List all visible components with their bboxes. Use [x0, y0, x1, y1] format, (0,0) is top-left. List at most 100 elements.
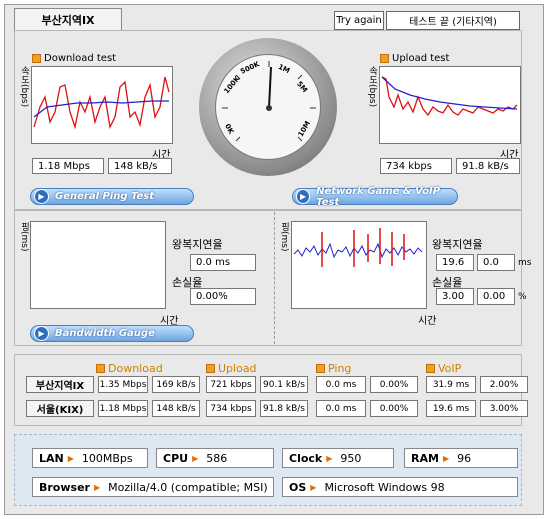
download-kbs-value: 148 kB/s	[108, 158, 172, 174]
col-voip-text: VoIP	[438, 362, 462, 375]
download-title: Download test	[32, 53, 116, 64]
checkbox-icon	[96, 364, 105, 373]
table-cell: 0.00%	[370, 376, 418, 393]
upload-y-axis-label: 속도(bps)	[367, 66, 377, 108]
download-y-axis-label: 속도(bps)	[19, 66, 29, 108]
ping-right-loss-unit: %	[518, 292, 527, 302]
ping-left-loss-value: 0.00%	[190, 288, 256, 305]
upload-graph	[379, 66, 521, 144]
clock-key: Clock	[289, 451, 323, 465]
os-value: Microsoft Windows 98	[324, 480, 445, 494]
ping-right-rtt-b: 0.0	[477, 254, 515, 271]
triangle-right-icon: ▶	[93, 482, 101, 492]
upload-average-line	[381, 76, 518, 110]
ping-left-rtt-label: 왕복지연율	[172, 238, 223, 251]
gauge-face: 0K 100K 500K 1M 5M 10M	[215, 54, 321, 160]
network-game-label: Network Game & VoIP Test	[316, 185, 441, 208]
ping-right-loss-b: 0.00	[477, 288, 515, 305]
general-ping-test-button[interactable]: ▶ General Ping Test	[30, 188, 194, 205]
col-voip: VoIP	[426, 362, 461, 375]
table-cell: 90.1 kB/s	[260, 376, 308, 393]
bandwidth-gauge-button[interactable]: ▶ Bandwidth Gauge	[30, 325, 194, 342]
table-cell: 1.18 Mbps	[98, 400, 148, 417]
arrow-right-icon: ▶	[296, 189, 311, 204]
col-download: Download	[96, 362, 163, 375]
col-download-text: Download	[108, 362, 163, 375]
arrow-right-icon: ▶	[34, 326, 49, 341]
os-info: OS ▶ Microsoft Windows 98	[282, 477, 518, 497]
bandwidth-gauge-label: Bandwidth Gauge	[55, 328, 155, 339]
table-cell: 19.6 ms	[426, 400, 476, 417]
arrow-right-icon: ▶	[34, 189, 49, 204]
network-game-voip-button[interactable]: ▶ Network Game & VoIP Test	[292, 185, 458, 208]
browser-info: Browser ▶ Mozilla/4.0 (compatible; MSI)	[32, 477, 274, 497]
gauge-dial	[222, 61, 316, 142]
test-status: 테스트 끝 (기타지역)	[386, 11, 520, 30]
ping-right-loss-a: 3.00	[436, 288, 474, 305]
ping-right-x-axis-label: 시간	[418, 316, 437, 327]
triangle-right-icon: ▶	[67, 453, 74, 463]
table-cell: 91.8 kB/s	[260, 400, 308, 417]
ping-divider	[274, 212, 275, 344]
col-ping-text: Ping	[328, 362, 352, 375]
ping-right-graph	[291, 221, 427, 309]
table-cell: 734 kbps	[206, 400, 256, 417]
browser-value: Mozilla/4.0 (compatible; MSI)	[108, 480, 268, 494]
table-cell: 2.00%	[480, 376, 528, 393]
lan-key: LAN	[39, 451, 64, 465]
download-graph	[31, 66, 173, 144]
ping-right-chart	[293, 228, 423, 267]
col-upload: Upload	[206, 362, 257, 375]
upload-kbs-value: 91.8 kB/s	[456, 158, 520, 174]
table-cell: 0.0 ms	[316, 376, 366, 393]
clock-value: 950	[340, 451, 362, 465]
col-upload-text: Upload	[218, 362, 257, 375]
ping-right-rtt-label: 왕복지연율	[432, 238, 483, 251]
browser-key: Browser	[39, 480, 90, 494]
checkbox-icon	[380, 54, 389, 63]
ping-right-rtt-unit: ms	[518, 258, 532, 268]
download-chart	[33, 76, 170, 130]
ping-left-graph	[30, 221, 166, 309]
col-ping: Ping	[316, 362, 351, 375]
triangle-right-icon: ▶	[310, 482, 317, 492]
ping-left-rtt-value: 0.0 ms	[190, 254, 256, 271]
speed-gauge: 0K 100K 500K 1M 5M 10M	[199, 38, 337, 176]
upload-title-text: Upload test	[392, 53, 450, 64]
ping-right-rtt-a: 19.6	[436, 254, 474, 271]
upload-measured-line	[381, 76, 518, 117]
ping-right-y-axis-label: 핑(ms)	[279, 222, 289, 252]
gauge-needle	[268, 66, 272, 109]
cpu-info: CPU ▶ 586	[156, 448, 274, 468]
lan-info: LAN ▶ 100MBps	[32, 448, 148, 468]
checkbox-icon	[206, 364, 215, 373]
general-ping-label: General Ping Test	[55, 191, 155, 202]
location-tab[interactable]: 부산지역IX	[14, 8, 122, 30]
download-mbps-value: 1.18 Mbps	[32, 158, 104, 174]
download-title-text: Download test	[44, 53, 117, 64]
lan-value: 100MBps	[81, 451, 133, 465]
row-label-seoul: 서울(KIX)	[26, 400, 94, 417]
triangle-right-icon: ▶	[442, 453, 450, 463]
table-cell: 721 kbps	[206, 376, 256, 393]
upload-kbps-value: 734 kbps	[380, 158, 452, 174]
table-cell: 3.00%	[480, 400, 528, 417]
triangle-right-icon: ▶	[326, 453, 333, 463]
ram-value: 96	[457, 451, 472, 465]
row-label-busan: 부산지역IX	[26, 376, 94, 393]
table-cell: 1.35 Mbps	[98, 376, 148, 393]
checkbox-icon	[32, 54, 41, 63]
cpu-key: CPU	[163, 451, 189, 465]
ram-info: RAM ▶ 96	[404, 448, 518, 468]
upload-title: Upload test	[380, 53, 449, 64]
try-again-button[interactable]: Try again	[334, 11, 384, 30]
table-cell: 0.00%	[370, 400, 418, 417]
os-key: OS	[289, 480, 307, 494]
table-cell: 148 kB/s	[152, 400, 200, 417]
clock-info: Clock ▶ 950	[282, 448, 394, 468]
checkbox-icon	[426, 364, 435, 373]
ram-key: RAM	[411, 451, 439, 465]
upload-chart	[381, 76, 518, 117]
triangle-right-icon: ▶	[192, 453, 199, 463]
table-cell: 0.0 ms	[316, 400, 366, 417]
